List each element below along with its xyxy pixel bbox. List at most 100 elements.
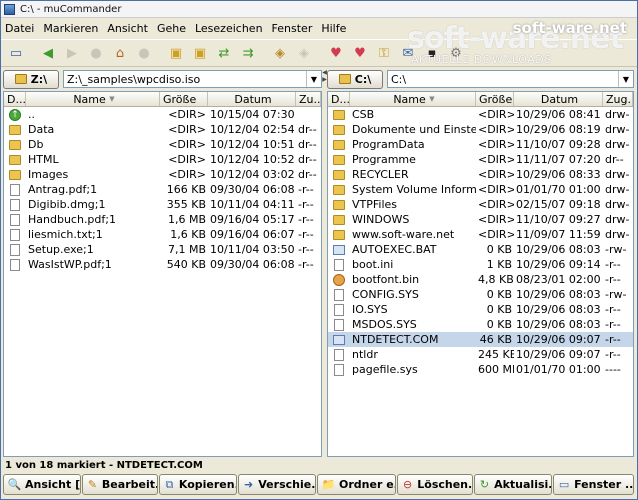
row-perm: ---- bbox=[605, 363, 621, 376]
table-row[interactable]: pagefile.sys 600 MB01/01/70 01:00 AM---- bbox=[328, 362, 633, 377]
forward-icon[interactable]: ▶ bbox=[63, 44, 81, 62]
parent-folder-icon[interactable]: ● bbox=[135, 44, 153, 62]
table-row[interactable]: IO.SYS 0 KB 10/29/06 08:03 PM-r-- bbox=[328, 302, 633, 317]
folder-icon bbox=[9, 139, 21, 150]
col-size[interactable]: Größe bbox=[476, 92, 514, 106]
row-icon-cell bbox=[4, 139, 26, 150]
chevron-down-icon[interactable]: ▼ bbox=[306, 71, 321, 87]
table-row[interactable]: www.soft-ware.net <DIR>11/09/07 11:59 PMd… bbox=[328, 227, 633, 242]
table-row[interactable]: Programme <DIR>11/11/07 07:20 PMdr-- bbox=[328, 152, 633, 167]
row-perm: dr-- bbox=[298, 138, 317, 151]
connect-server-icon[interactable]: ⚿ bbox=[375, 44, 393, 62]
row-size: 7,1 MB bbox=[167, 243, 206, 256]
chevron-down-icon[interactable]: ▼ bbox=[618, 71, 633, 87]
menu-markieren[interactable]: Markieren bbox=[43, 22, 98, 35]
folder-icon bbox=[9, 169, 21, 180]
right-path-field[interactable]: C:\ ▼ bbox=[387, 70, 634, 88]
swap-panels-icon[interactable]: ⇄ bbox=[215, 44, 233, 62]
table-row[interactable]: WasIstWP.pdf;1 540 KB 09/30/04 06:08 PM-r-… bbox=[4, 257, 321, 272]
table-row[interactable]: ↑.. <DIR> 10/15/04 07:30 PM bbox=[4, 107, 321, 122]
left-drive-button[interactable]: Z:\ bbox=[3, 69, 59, 89]
table-row[interactable]: Images <DIR> 10/12/04 03:02 PMdr-- bbox=[4, 167, 321, 182]
table-row[interactable]: HTML <DIR> 10/12/04 10:52 AMdr-- bbox=[4, 152, 321, 167]
left-rows: ↑.. <DIR> 10/15/04 07:30 PM Data <DIR> 10/12/… bbox=[4, 107, 321, 272]
new-folder-button[interactable]: 📁Ordner e... bbox=[317, 474, 396, 495]
row-name: www.soft-ware.net bbox=[352, 228, 455, 241]
menu-ansicht[interactable]: Ansicht bbox=[107, 22, 148, 35]
unpack-files-icon[interactable]: ◈ bbox=[295, 44, 313, 62]
col-ext[interactable]: D... bbox=[328, 92, 350, 106]
table-row[interactable]: MSDOS.SYS 0 KB 10/29/06 08:03 PM-r-- bbox=[328, 317, 633, 332]
menu-gehe[interactable]: Gehe bbox=[157, 22, 186, 35]
menu-datei[interactable]: Datei bbox=[5, 22, 34, 35]
left-path-field[interactable]: Z:\_samples\wpcdiso.iso ▼ bbox=[63, 70, 322, 88]
stop-icon[interactable]: ● bbox=[87, 44, 105, 62]
table-row[interactable]: WINDOWS <DIR>11/10/07 09:27 PMdrw- bbox=[328, 212, 633, 227]
col-size[interactable]: Größe bbox=[160, 92, 208, 106]
row-size: <DIR> bbox=[478, 138, 514, 151]
table-row[interactable]: VTPFiles <DIR>02/15/07 09:18 AMdrw- bbox=[328, 197, 633, 212]
col-perm[interactable]: Zug... bbox=[603, 92, 633, 106]
back-icon[interactable]: ◀ bbox=[39, 44, 57, 62]
row-perm: -r-- bbox=[605, 273, 621, 286]
window-button[interactable]: ▭ Fenster ... bbox=[553, 474, 634, 495]
unmark-files-icon[interactable]: ▣ bbox=[191, 44, 209, 62]
bookmark-add-icon[interactable]: ♥ bbox=[327, 44, 345, 62]
col-perm[interactable]: Zu... bbox=[296, 92, 321, 106]
delete-button[interactable]: ⊖ Löschen... bbox=[397, 474, 473, 495]
row-date: 10/15/04 07:30 PM bbox=[210, 108, 296, 121]
col-date[interactable]: Datum bbox=[514, 92, 603, 106]
row-icon-cell bbox=[328, 229, 350, 240]
command-bar: 🔍Ansicht [... ✎Bearbeit... ⧉Kopieren... … bbox=[3, 474, 637, 496]
set-same-folder-icon[interactable]: ⇉ bbox=[239, 44, 257, 62]
table-row[interactable]: AUTOEXEC.BAT 0 KB 10/29/06 08:03 PM-rw- bbox=[328, 242, 633, 257]
row-name: WasIstWP.pdf;1 bbox=[28, 258, 112, 271]
new-window-icon[interactable]: ▭ bbox=[7, 44, 25, 62]
table-row[interactable]: CONFIG.SYS 0 KB 10/29/06 08:03 PM-rw- bbox=[328, 287, 633, 302]
table-row[interactable]: Handbuch.pdf;1 1,6 MB 09/16/04 05:17 PM-r-… bbox=[4, 212, 321, 227]
home-icon[interactable]: ⌂ bbox=[111, 44, 129, 62]
table-row[interactable]: Antrag.pdf;1 166 KB 09/30/04 06:08 PM-r-- bbox=[4, 182, 321, 197]
table-row[interactable]: Data <DIR> 10/12/04 02:54 PMdr-- bbox=[4, 122, 321, 137]
table-row[interactable]: Setup.exe;1 7,1 MB 10/11/04 03:50 PM-r-- bbox=[4, 242, 321, 257]
table-row[interactable]: ProgramData <DIR>11/10/07 09:28 PMdrw- bbox=[328, 137, 633, 152]
row-date: 01/01/70 01:00 AM bbox=[516, 183, 603, 196]
right-drive-button[interactable]: C:\ bbox=[327, 69, 383, 89]
table-row[interactable]: Digibib.dmg;1 355 KB 10/11/04 04:11 PM-r-- bbox=[4, 197, 321, 212]
window-button-label: Fenster ... bbox=[574, 478, 633, 491]
table-row[interactable]: Db <DIR> 10/12/04 10:51 AMdr-- bbox=[4, 137, 321, 152]
menu-fenster[interactable]: Fenster bbox=[272, 22, 313, 35]
table-row[interactable]: liesmich.txt;1 1,6 KB 09/16/04 06:07 PM-r-… bbox=[4, 227, 321, 242]
move-button[interactable]: ➜ Verschie... bbox=[238, 474, 316, 495]
edit-button[interactable]: ✎Bearbeit... bbox=[82, 474, 158, 495]
menu-hilfe[interactable]: Hilfe bbox=[321, 22, 346, 35]
row-perm: drw- bbox=[605, 108, 630, 121]
pack-files-icon[interactable]: ◈ bbox=[271, 44, 289, 62]
col-date[interactable]: Datum bbox=[208, 92, 296, 106]
table-row[interactable]: CSB <DIR>10/29/06 08:41 PMdrw- bbox=[328, 107, 633, 122]
row-perm: -r-- bbox=[298, 228, 314, 241]
menu-lesezeichen[interactable]: Lesezeichen bbox=[195, 22, 263, 35]
table-row[interactable]: ntldr 245 KB10/29/06 09:07 PM-r-- bbox=[328, 347, 633, 362]
mark-files-icon[interactable]: ▣ bbox=[167, 44, 185, 62]
col-ext[interactable]: D... bbox=[4, 92, 26, 106]
row-name: CSB bbox=[352, 108, 375, 121]
table-row[interactable]: System Volume Informat...<DIR>01/01/70 0… bbox=[328, 182, 633, 197]
table-row[interactable]: boot.ini 1 KB 10/29/06 09:14 PM-r-- bbox=[328, 257, 633, 272]
row-name: ntldr bbox=[352, 348, 378, 361]
row-date: 10/29/06 08:33 PM bbox=[516, 168, 603, 181]
copy-button[interactable]: ⧉ Kopieren... bbox=[159, 474, 237, 495]
view-button[interactable]: 🔍Ansicht [... bbox=[3, 474, 81, 495]
row-size: <DIR> bbox=[478, 168, 514, 181]
col-name[interactable]: Name ▼ bbox=[350, 92, 476, 106]
row-name: Dokumente und Einstell... bbox=[352, 123, 476, 136]
row-date: 02/15/07 09:18 AM bbox=[516, 198, 603, 211]
table-row[interactable]: NTDETECT.COM 46 KB 10/29/06 09:07 PM-r-- bbox=[328, 332, 633, 347]
table-row[interactable]: Dokumente und Einstell...<DIR>10/29/06 0… bbox=[328, 122, 633, 137]
col-name[interactable]: Name ▼ bbox=[26, 92, 160, 106]
bookmarks-icon[interactable]: ♥ bbox=[351, 44, 369, 62]
table-row[interactable]: RECYCLER <DIR>10/29/06 08:33 PMdrw- bbox=[328, 167, 633, 182]
view-icon: 🔍 bbox=[7, 478, 22, 491]
refresh-button[interactable]: ↻ Aktualisi... bbox=[474, 474, 552, 495]
table-row[interactable]: bootfont.bin 4,8 KB08/23/01 02:00 PM-r-- bbox=[328, 272, 633, 287]
